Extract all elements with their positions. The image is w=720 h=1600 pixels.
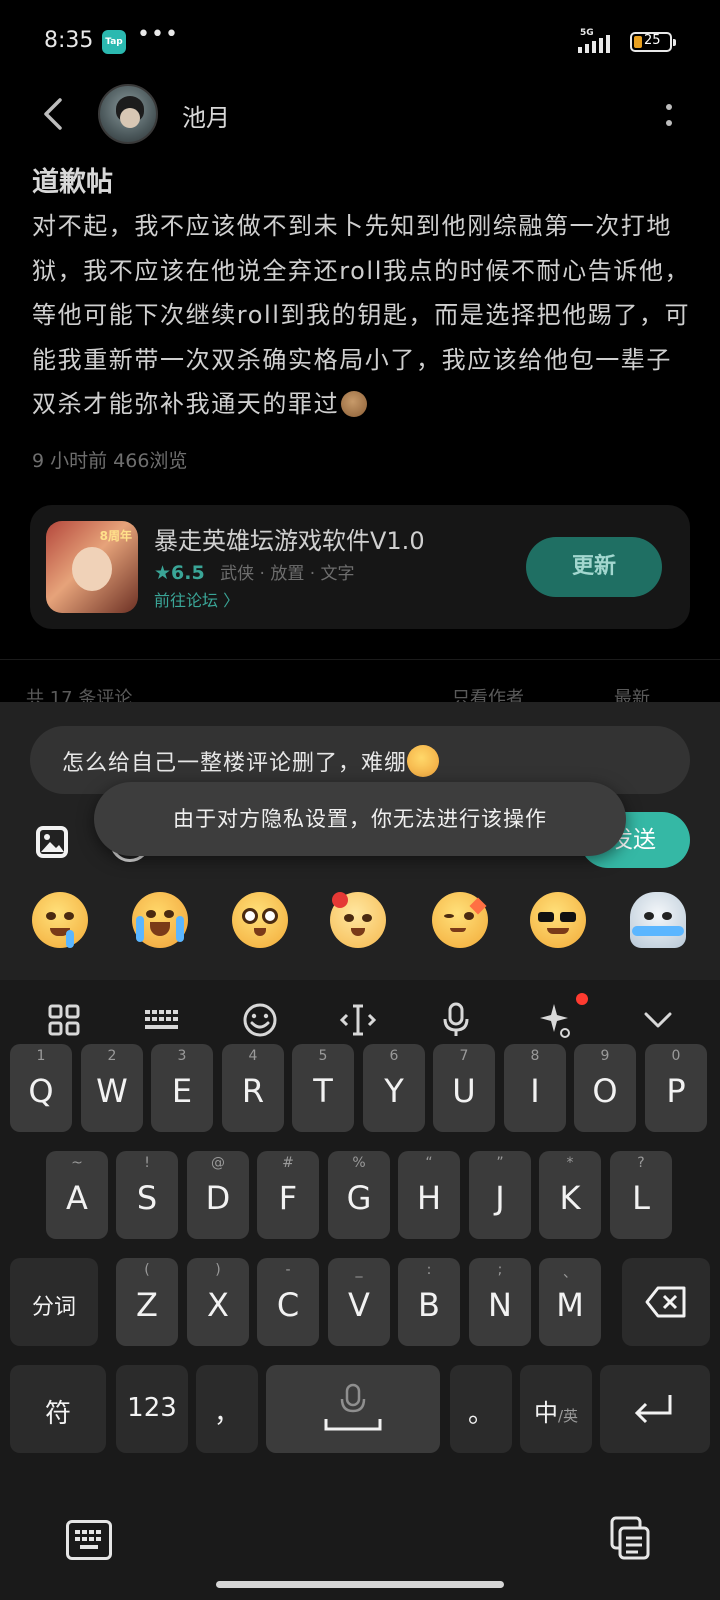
username[interactable]: 池月 [182, 98, 230, 133]
key-y[interactable]: 6Y [363, 1044, 425, 1132]
update-button[interactable]: 更新 [526, 537, 662, 597]
comment-text: 怎么给自己一整楼评论删了，难绷 [62, 751, 408, 776]
signal-icon [578, 33, 622, 53]
key-p[interactable]: 0P [645, 1044, 707, 1132]
smiley-icon[interactable] [240, 1000, 280, 1040]
comments-bar: 共 17 条评论 只看作者 最新 [0, 680, 720, 702]
enter-icon [634, 1395, 672, 1424]
key-g[interactable]: % G [328, 1151, 390, 1239]
space-mic-icon [324, 1383, 382, 1431]
cursor-icon[interactable] [338, 1000, 378, 1040]
crying-emoji[interactable] [132, 892, 188, 948]
key-lang-switch[interactable]: 中/英 [520, 1365, 592, 1453]
comment-input-text: 怎么给自己一整楼评论删了，难绷 [62, 745, 440, 777]
keyboard-switch-icon[interactable] [66, 1520, 112, 1560]
key-q[interactable]: 1Q [10, 1044, 72, 1132]
post-meta: 9 小时前 466浏览 [32, 450, 188, 472]
author-only-filter[interactable]: 只看作者 [452, 684, 524, 702]
game-rating: ★6.5 [154, 562, 205, 584]
key-o[interactable]: 9O [574, 1044, 636, 1132]
drool-emoji-icon [407, 745, 440, 777]
battery-icon: 25 [630, 32, 676, 52]
key-f[interactable]: # F [257, 1151, 319, 1239]
key-h[interactable]: “H [398, 1151, 460, 1239]
key-r[interactable]: 4R [222, 1044, 284, 1132]
key-s[interactable]: ! S [116, 1151, 178, 1239]
key-n[interactable]: ; N [469, 1258, 531, 1346]
key-comma[interactable]: ， [196, 1365, 258, 1453]
status-time: 8:35 [44, 28, 94, 53]
mic-icon[interactable] [436, 1000, 476, 1040]
sort-latest[interactable]: 最新 [614, 684, 650, 702]
crying-seal-emoji[interactable] [630, 892, 686, 948]
battery-level: 25 [644, 33, 661, 48]
comment-count: 共 17 条评论 [26, 688, 133, 702]
game-card[interactable]: 8周年 暴走英雄坛游戏软件V1.0 ★6.5 武侠 · 放置 · 文字 前往论坛… [30, 505, 690, 629]
clipboard-icon[interactable] [608, 1516, 652, 1562]
space-key[interactable] [266, 1365, 440, 1453]
toast-message: 由于对方隐私设置，你无法进行该操作 [94, 782, 626, 856]
key-k[interactable]: * K [539, 1151, 601, 1239]
post-body: 对不起，我不应该做不到未卜先知到他刚综融第一次打地狱，我不应该在他说全弃还rol… [32, 204, 692, 427]
user-avatar[interactable] [98, 84, 158, 144]
key-e[interactable]: 3E [151, 1044, 213, 1132]
game-icon-badge: 8周年 [99, 529, 132, 543]
key-symbols[interactable]: 符 [10, 1365, 106, 1453]
post-body-text: 对不起，我不应该做不到未卜先知到他刚综融第一次打地狱，我不应该在他说全弃还rol… [32, 212, 691, 418]
post-title: 道歉帖 [32, 167, 113, 198]
teary-eyes-emoji[interactable] [232, 892, 288, 948]
key-z[interactable]: (Z [116, 1258, 178, 1346]
back-arrow-icon[interactable] [34, 94, 74, 134]
chevron-down-icon[interactable] [638, 1000, 678, 1040]
key-period[interactable]: 。 [450, 1365, 512, 1453]
backspace-icon [645, 1286, 686, 1318]
divider [0, 659, 720, 660]
game-tags: 武侠 · 放置 · 文字 [220, 564, 355, 584]
key-x[interactable]: ) X [187, 1258, 249, 1346]
notification-more-icon: ••• [137, 22, 179, 47]
wink-sparkle-emoji[interactable] [432, 892, 488, 948]
emoji-row [0, 892, 720, 962]
key-l[interactable]: ? L [610, 1151, 672, 1239]
embarrassed-emoji-icon [341, 391, 368, 417]
forum-link[interactable]: 前往论坛 〉 [154, 587, 239, 611]
backspace-key[interactable] [622, 1258, 710, 1346]
more-options-icon[interactable] [664, 102, 674, 130]
game-app-icon: 8周年 [46, 521, 138, 613]
home-indicator[interactable] [216, 1581, 504, 1588]
sunglasses-emoji[interactable] [530, 892, 586, 948]
key-u[interactable]: 7U [433, 1044, 495, 1132]
angry-emoji[interactable] [330, 892, 386, 948]
image-picker-icon[interactable] [34, 824, 70, 860]
game-info: ★6.5 武侠 · 放置 · 文字 [154, 559, 355, 584]
key-d[interactable]: @ D [187, 1151, 249, 1239]
key-v[interactable]: _ V [328, 1258, 390, 1346]
key-t[interactable]: 5T [292, 1044, 354, 1132]
key-m[interactable]: 、 M [539, 1258, 601, 1346]
game-name: 暴走英雄坛游戏软件V1.0 [154, 527, 425, 555]
key-i[interactable]: 8I [504, 1044, 566, 1132]
grid-icon[interactable] [44, 1000, 84, 1040]
status-bar: 8:35 Tap ••• 5G 25 [0, 0, 720, 84]
key-b[interactable]: :B [398, 1258, 460, 1346]
taptap-app-icon: Tap [102, 30, 126, 54]
key-a[interactable]: ~ A [46, 1151, 108, 1239]
keyboard: 1Q 2W 3E 4R 5T 6Y 7U 8I 9O 0P ~ A ! S @ D #… [0, 980, 720, 1600]
sparkle-icon[interactable] [534, 1000, 574, 1040]
key-fenci[interactable]: 分词 [10, 1258, 98, 1346]
keyboard-icon[interactable] [142, 1000, 182, 1040]
key-numbers[interactable]: 123 [116, 1365, 188, 1453]
key-c[interactable]: -C [257, 1258, 319, 1346]
key-j[interactable]: ” J [469, 1151, 531, 1239]
new-feature-dot [576, 993, 588, 1005]
drool-emoji[interactable] [32, 892, 88, 948]
enter-key[interactable] [600, 1365, 710, 1453]
key-w[interactable]: 2W [81, 1044, 143, 1132]
